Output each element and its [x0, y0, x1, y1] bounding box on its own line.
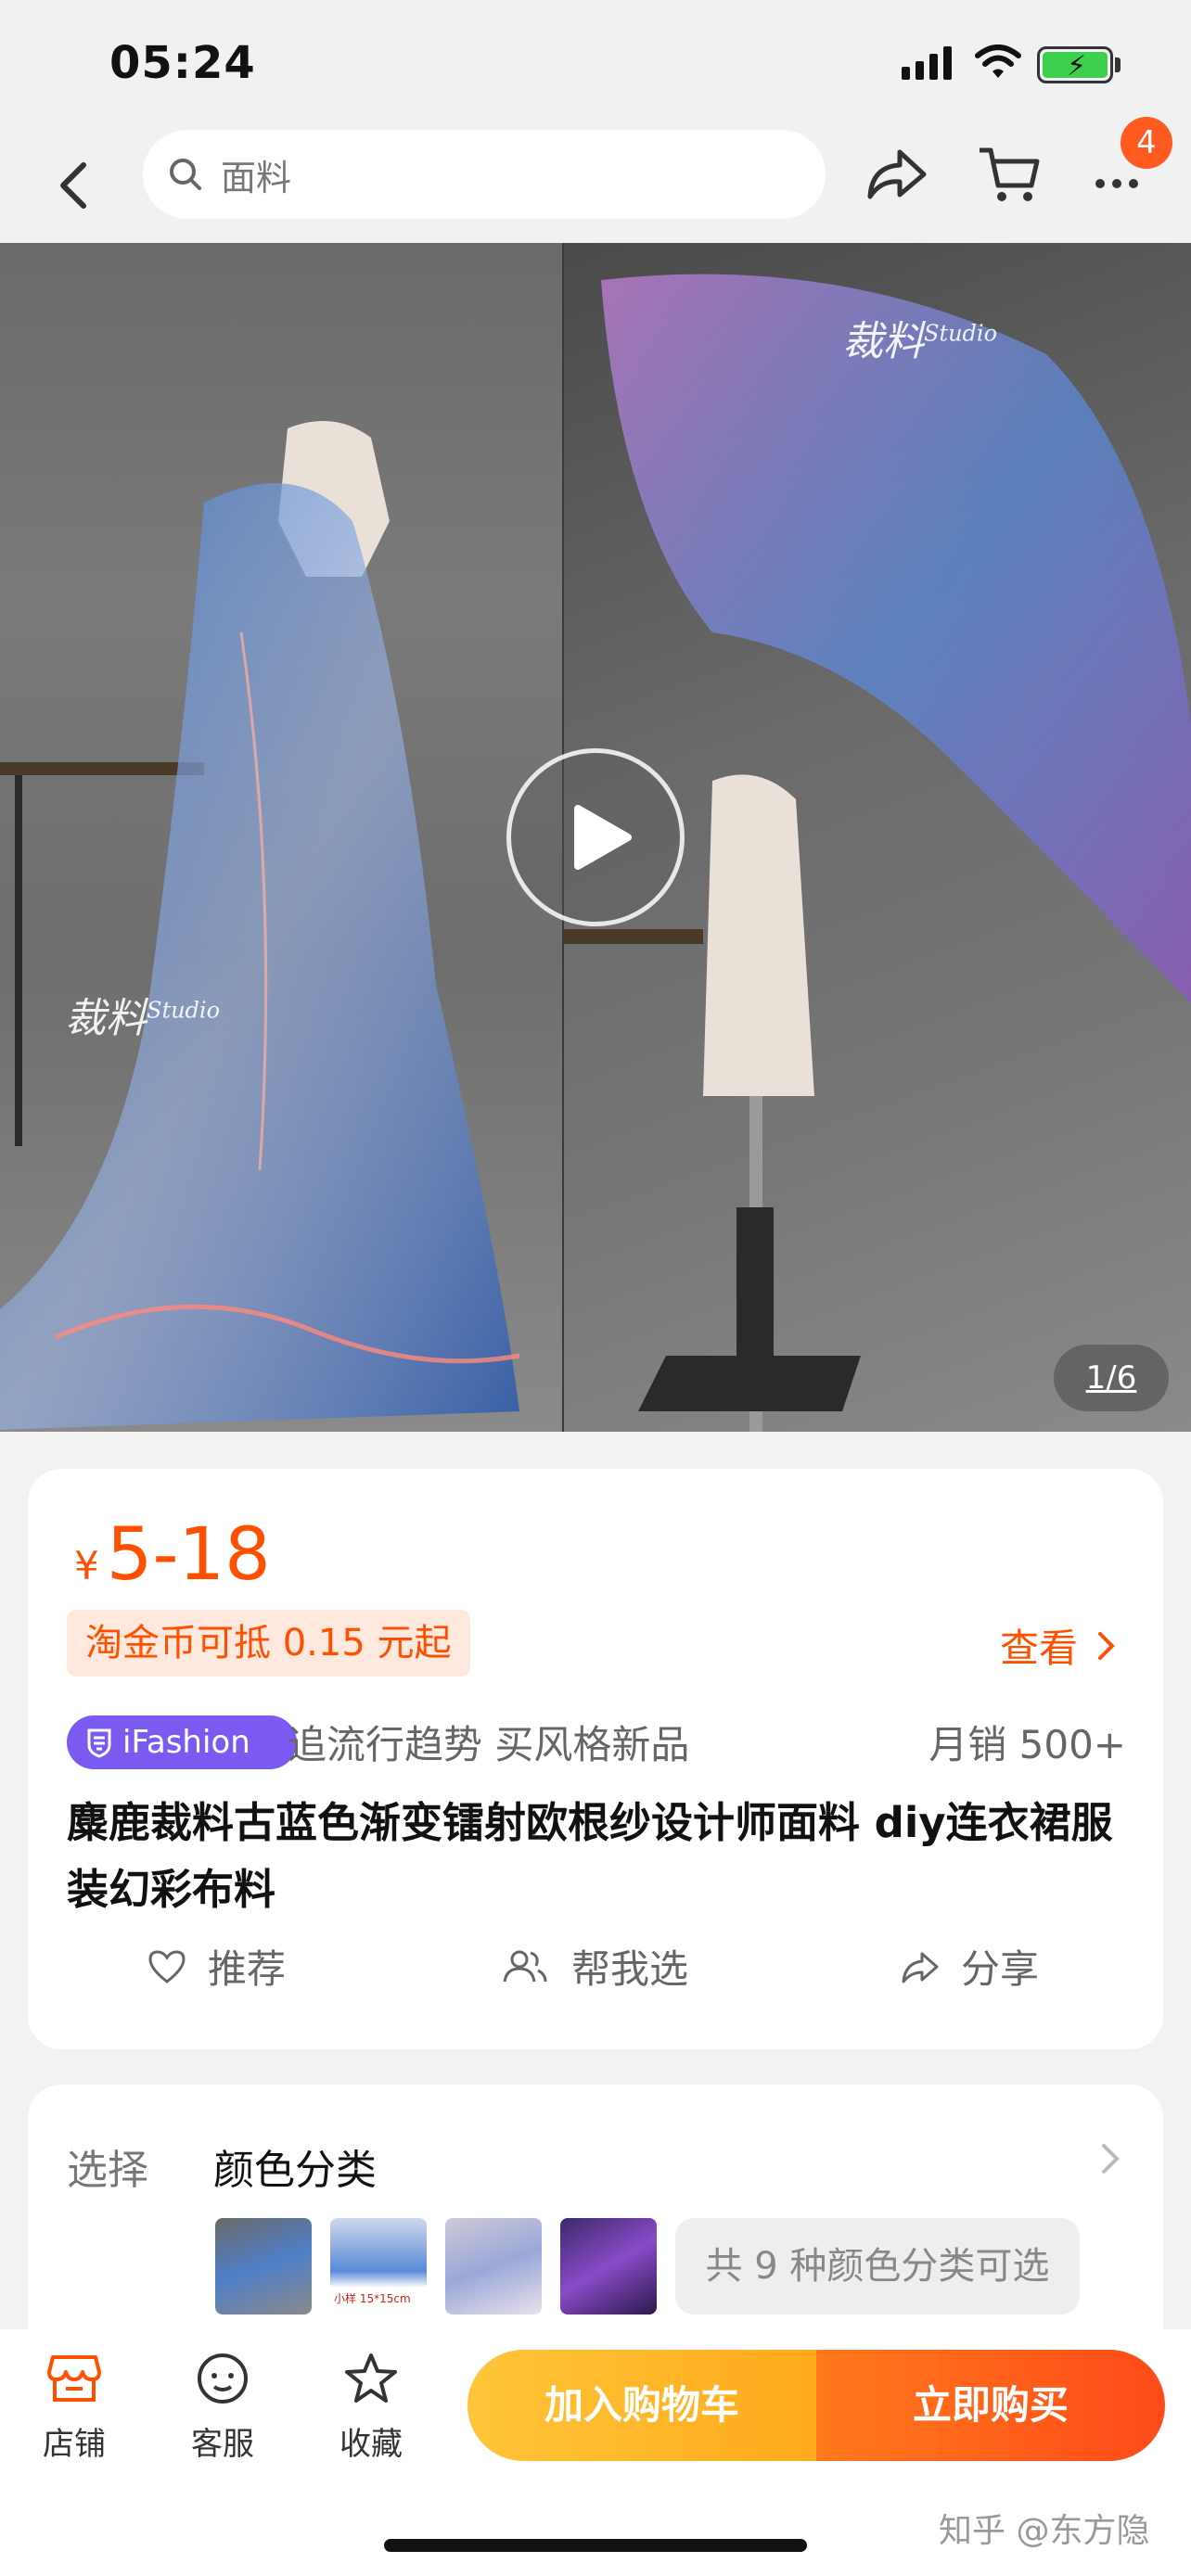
people-icon	[503, 1950, 547, 1982]
service-icon	[198, 2353, 248, 2404]
battery-tip	[1115, 57, 1121, 72]
help-choose-label: 帮我选	[571, 1946, 689, 1992]
product-title: 麋鹿裁料古蓝色渐变镭射欧根纱设计师面料 diy连衣裙服装幻彩布料	[67, 1798, 1113, 1914]
gallery-image-left: 裁料Studio	[0, 243, 562, 1432]
back-arrow-icon[interactable]	[46, 152, 102, 217]
watermark-main-text: 裁料	[842, 318, 924, 365]
color-thumb-3[interactable]	[445, 2218, 542, 2315]
store-icon	[47, 2355, 101, 2402]
more-colors-button[interactable]: 共 9 种颜色分类可选	[675, 2218, 1080, 2315]
cellular-signal-icon	[902, 46, 952, 80]
help-choose-button[interactable]: 帮我选	[499, 1938, 688, 1995]
variant-select-card[interactable]: 选择 颜色分类 小样 15*15cm 共 9 种颜色分类可选	[28, 2085, 1163, 2363]
product-actions: 推荐 帮我选 分享	[28, 1938, 1163, 2003]
view-link-label: 查看	[999, 1626, 1078, 1671]
buy-now-button[interactable]: 立即购买	[816, 2350, 1165, 2461]
watermark-sub-text: Studio	[147, 997, 221, 1024]
share-arrow-icon	[902, 1952, 939, 1983]
currency-symbol: ¥	[74, 1543, 99, 1588]
play-video-button[interactable]	[506, 748, 685, 926]
zhihu-watermark: 知乎 @东方隐	[939, 2512, 1150, 2550]
battery-icon: ⚡	[1037, 46, 1113, 83]
price-value: 5-18	[106, 1513, 271, 1597]
color-thumb-4[interactable]	[560, 2218, 657, 2315]
star-icon	[345, 2353, 397, 2403]
fabric-dress-illustration	[0, 421, 520, 1430]
chevron-right-icon	[1098, 1631, 1115, 1660]
brand-slogan: 追流行趋势 买风格新品	[288, 1722, 690, 1767]
home-indicator[interactable]	[384, 2539, 807, 2552]
view-link[interactable]: 查看	[1000, 1617, 1117, 1674]
product-info-card: ¥ 5-18 淘金币可抵 0.15 元起 查看 iFashion 追流行趋势 买…	[28, 1469, 1163, 2049]
wifi-icon	[975, 45, 1021, 78]
heart-icon	[148, 1949, 186, 1983]
color-thumb-1[interactable]	[215, 2218, 312, 2315]
notification-badge: 4	[1121, 117, 1172, 169]
price: ¥ 5-18	[74, 1513, 271, 1597]
play-icon	[574, 805, 632, 870]
search-icon	[170, 159, 201, 190]
watermark-main-text: 裁料	[65, 995, 147, 1042]
ifashion-badge[interactable]: iFashion	[67, 1715, 297, 1769]
search-placeholder: 面料	[221, 157, 292, 198]
recommend-button[interactable]: 推荐	[147, 1938, 286, 1995]
color-category-title: 颜色分类	[213, 2147, 377, 2194]
store-tab[interactable]: 店铺	[19, 2352, 130, 2464]
recommend-label: 推荐	[208, 1946, 287, 1992]
studio-watermark-right: 裁料Studio	[842, 308, 997, 367]
add-to-cart-button[interactable]: 加入购物车	[467, 2350, 816, 2461]
monthly-sales: 月销 500+	[928, 1722, 1126, 1767]
color-thumb-2[interactable]: 小样 15*15cm	[330, 2218, 427, 2315]
status-time: 05:24	[109, 37, 256, 89]
studio-watermark-left: 裁料Studio	[65, 985, 220, 1044]
share-button[interactable]: 分享	[900, 1938, 1039, 1995]
chevron-right-icon	[1102, 2144, 1120, 2174]
nav-bar: 面料 4	[0, 117, 1191, 243]
coin-discount-tag: 淘金币可抵 0.15 元起	[67, 1610, 470, 1677]
status-bar: 05:24 ⚡	[0, 0, 1191, 130]
cart-icon[interactable]	[974, 139, 1044, 210]
favorite-label: 收藏	[339, 2426, 403, 2463]
ifashion-label: iFashion	[122, 1724, 250, 1761]
watermark-sub-text: Studio	[924, 320, 998, 347]
ifashion-logo-icon	[87, 1728, 111, 1758]
store-label: 店铺	[43, 2426, 106, 2463]
service-label: 客服	[191, 2426, 254, 2463]
service-tab[interactable]: 客服	[167, 2352, 278, 2464]
share-icon[interactable]	[863, 139, 933, 210]
share-label: 分享	[961, 1946, 1040, 1992]
favorite-tab[interactable]: 收藏	[315, 2352, 427, 2464]
gallery-counter: 1/6	[1054, 1345, 1169, 1411]
search-input[interactable]: 面料	[143, 130, 826, 219]
thumb-caption: 小样 15*15cm	[334, 2292, 411, 2305]
product-gallery[interactable]: 裁料Studio 裁料Studio 1/6	[0, 243, 1191, 1432]
select-label: 选择	[67, 2147, 148, 2194]
